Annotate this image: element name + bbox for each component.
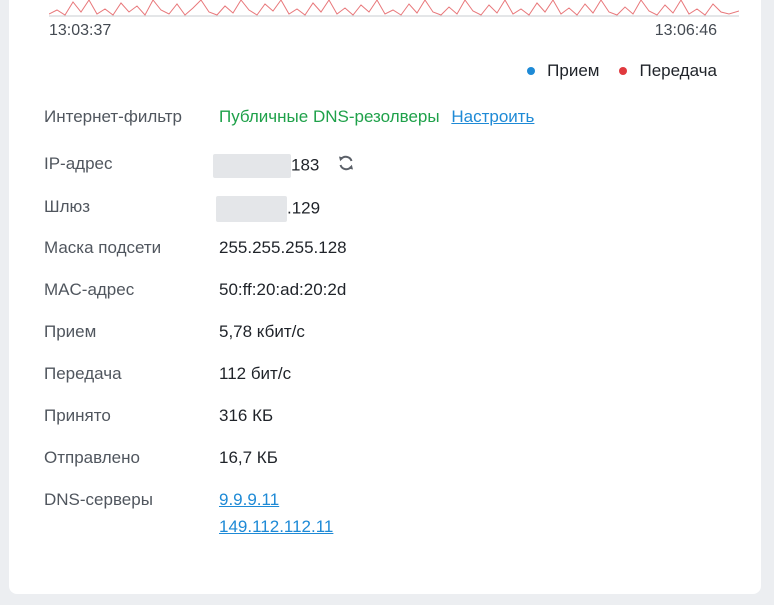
legend-item-rx: Прием [527,61,599,81]
dns-label: DNS-серверы [44,490,153,509]
dns-server-1: 9.9.9.11 [219,489,279,511]
tx-dot-icon [619,67,628,75]
filter-label: Интернет-фильтр [44,107,183,126]
tx-series-line [49,0,739,16]
gateway-suffix: .129 [287,198,321,218]
row-gateway: Шлюз [44,196,90,218]
mac-label: MAC-адрес [44,280,135,299]
filter-value: Публичные DNS-резолверы [219,107,440,126]
tx-value: 112 бит/с [219,364,292,383]
received-label: Принято [44,406,111,425]
ip-label: IP-адрес [44,154,113,173]
legend-item-tx: Передача [619,61,717,81]
rx-dot-icon [527,67,536,75]
row-sent: Отправлено [44,447,140,469]
received-value: 316 КБ [219,406,274,425]
ip-redacted [213,154,291,178]
legend-label-rx: Прием [547,61,600,80]
row-subnet-mask: Маска подсети [44,237,161,259]
chart-time-start: 13:03:37 [49,22,112,39]
gateway-value-group: .129 [216,196,320,222]
row-rx-rate: Прием [44,321,96,343]
legend-label-tx: Передача [639,61,717,80]
dns-server-2: 149.112.112.11 [219,516,333,538]
ip-suffix: 183 [291,155,320,175]
filter-value-group: Публичные DNS-резолверы Настроить [219,106,534,128]
mac-value: 50:ff:20:ad:20:2d [219,280,347,299]
rx-label: Прием [44,322,97,341]
mask-value: 255.255.255.128 [219,238,347,257]
row-internet-filter: Интернет-фильтр [44,106,182,128]
ip-value-group: 183 [213,153,356,179]
dns-server-link[interactable]: 9.9.9.11 [219,490,279,509]
row-ip-address: IP-адрес [44,153,113,175]
tx-label: Передача [44,364,122,383]
sent-label: Отправлено [44,448,140,467]
gateway-redacted [216,196,287,222]
sent-value: 16,7 КБ [219,448,278,467]
traffic-chart [49,0,739,17]
row-received: Принято [44,405,111,427]
dns-server-link[interactable]: 149.112.112.11 [219,517,333,536]
row-tx-rate: Передача [44,363,122,385]
gateway-label: Шлюз [44,197,91,216]
row-dns-servers: DNS-серверы [44,489,153,511]
chart-legend: Прием Передача [527,61,717,81]
refresh-icon[interactable] [336,153,356,179]
row-mac-address: MAC-адрес [44,279,134,301]
chart-time-end: 13:06:46 [654,22,717,39]
configure-filter-link[interactable]: Настроить [451,107,534,126]
rx-value: 5,78 кбит/с [219,322,305,341]
mask-label: Маска подсети [44,238,162,257]
